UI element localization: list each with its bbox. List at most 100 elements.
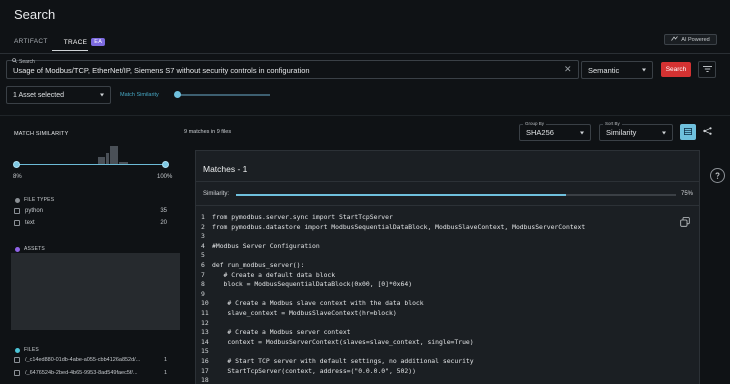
- line-number: 11: [201, 308, 209, 317]
- file-count: 1: [163, 370, 167, 376]
- asset-select[interactable]: 1 Asset selected: [6, 86, 111, 104]
- code-line: 8 block = ModbusSequentialDataBlock(0x00…: [201, 280, 585, 290]
- line-number: 1: [201, 213, 205, 221]
- file-types-header[interactable]: FILE TYPES: [15, 197, 54, 203]
- file-type-label: python: [25, 208, 44, 214]
- similarity-range-max-handle[interactable]: [162, 161, 169, 168]
- file-label: /_c14ed880-01db-4abe-a055-cbb4126a852d/.…: [25, 357, 141, 363]
- tab-trace[interactable]: TRACE EA: [64, 38, 106, 50]
- file-types-dot: [15, 197, 20, 203]
- code-block: 1 from pymodbus.server.sync import StartT…: [201, 213, 585, 384]
- files-title: FILES: [24, 347, 39, 353]
- code-text: def run_modbus_server():: [212, 260, 305, 269]
- code-text: from pymodbus.datastore import ModbusSeq…: [212, 222, 586, 231]
- checkbox[interactable]: [14, 370, 20, 376]
- similarity-label: Similarity:: [203, 191, 230, 197]
- panel-divider: [195, 181, 700, 182]
- file-item[interactable]: /_c14ed880-01db-4abe-a055-cbb4126a852d/.…: [14, 357, 167, 363]
- tab-artifact[interactable]: ARTIFACT: [14, 38, 48, 50]
- checkbox[interactable]: [14, 208, 20, 214]
- code-text: StartTcpServer(context, address=("0.0.0.…: [212, 366, 416, 375]
- line-number: 10: [201, 299, 209, 308]
- list-view-button[interactable]: [680, 124, 696, 140]
- early-access-badge: EA: [91, 38, 106, 46]
- search-mode-select[interactable]: Semantic: [581, 61, 653, 79]
- code-line: 18: [201, 376, 585, 384]
- search-mode-value: Semantic: [588, 65, 620, 75]
- code-line: 7 # Create a default data block: [201, 271, 585, 281]
- match-panel-title: Matches - 1: [203, 164, 248, 174]
- code-line: 2 from pymodbus.datastore import ModbusSe…: [201, 223, 585, 233]
- checkbox[interactable]: [14, 357, 20, 363]
- close-icon[interactable]: ✕: [564, 64, 572, 75]
- code-line: 11 slave_context = ModbusSlaveContext(hr…: [201, 309, 585, 319]
- list-view-icon: [684, 127, 692, 137]
- tab-bar: ARTIFACT TRACE EA: [14, 38, 106, 50]
- files-dot: [15, 347, 20, 353]
- search-icon: [12, 58, 17, 65]
- line-number: 8: [201, 280, 205, 289]
- similarity-range-track[interactable]: [17, 164, 166, 165]
- search-field-label: Search: [12, 58, 35, 65]
- checkbox[interactable]: [14, 220, 20, 226]
- code-line: 15: [201, 347, 585, 357]
- similarity-range-min: 8%: [13, 174, 22, 180]
- line-number: 4: [201, 241, 205, 250]
- ai-powered-label: AI Powered: [681, 36, 710, 43]
- file-type-count: 20: [160, 220, 167, 226]
- search-query-text: Usage of Modbus/TCP, EtherNet/IP, Siemen…: [13, 66, 310, 75]
- group-by-label: Group By: [523, 121, 547, 126]
- ai-powered-button[interactable]: AI Powered: [664, 34, 717, 45]
- line-number: 12: [201, 318, 209, 327]
- files-header[interactable]: FILES: [15, 347, 39, 353]
- match-similarity-handle[interactable]: [174, 91, 181, 98]
- similarity-histogram: [96, 146, 130, 165]
- code-line: 14 context = ModbusServerContext(slaves=…: [201, 338, 585, 348]
- similarity-range-max: 100%: [157, 174, 173, 180]
- code-text: # Start TCP server with default settings…: [212, 356, 474, 365]
- code-text: from pymodbus.server.sync import StartTc…: [212, 213, 393, 221]
- code-line: 5: [201, 251, 585, 261]
- code-text: # Create a default data block: [212, 270, 336, 279]
- code-line: 6 def run_modbus_server():: [201, 261, 585, 271]
- line-number: 5: [201, 251, 205, 260]
- help-icon[interactable]: [710, 168, 725, 183]
- assets-title: ASSETS: [24, 246, 45, 252]
- search-button[interactable]: Search: [661, 62, 691, 77]
- assets-list: [11, 253, 180, 330]
- filter-icon: [702, 65, 712, 74]
- code-text: slave_context = ModbusSlaveContext(hr=bl…: [212, 308, 397, 317]
- group-by-select[interactable]: SHA256: [519, 124, 591, 141]
- line-number: 2: [201, 222, 205, 231]
- assets-header[interactable]: ASSETS: [15, 246, 45, 252]
- toolbar-divider: [0, 115, 730, 116]
- line-number: 9: [201, 289, 205, 298]
- code-text: # Create a Modbus server context: [212, 328, 351, 337]
- filter-button[interactable]: [698, 61, 716, 78]
- file-type-item[interactable]: text 20: [14, 220, 167, 226]
- code-line: 4 #Modbus Server Configuration: [201, 242, 585, 252]
- file-types-title: FILE TYPES: [24, 197, 55, 203]
- file-count: 1: [163, 357, 167, 363]
- search-label-text: Search: [19, 58, 35, 65]
- file-type-item[interactable]: python 35: [14, 208, 167, 214]
- line-number: 16: [201, 356, 209, 365]
- group-by-value: SHA256: [526, 128, 554, 137]
- code-line: 10 # Create a Modbus slave context with …: [201, 299, 585, 309]
- active-tab-indicator: [52, 50, 88, 51]
- sort-by-select[interactable]: Similarity: [599, 124, 673, 141]
- file-item[interactable]: /_6476524b-2bed-4b65-9953-8ad549faec5f/.…: [14, 370, 167, 376]
- similarity-bar-fill: [236, 194, 566, 196]
- line-number: 7: [201, 270, 205, 279]
- graph-view-button[interactable]: [699, 124, 715, 140]
- similarity-range-min-handle[interactable]: [13, 161, 20, 168]
- copy-icon[interactable]: [680, 217, 690, 229]
- line-number: 15: [201, 347, 209, 356]
- graph-view-icon: [702, 127, 712, 137]
- match-similarity-track[interactable]: [176, 94, 270, 96]
- sort-by-label: Sort By: [603, 121, 622, 126]
- line-number: 17: [201, 366, 209, 375]
- chevron-down-icon: [100, 93, 104, 97]
- code-text: context = ModbusServerContext(slaves=sla…: [212, 337, 474, 346]
- sparkle-icon: [671, 36, 679, 43]
